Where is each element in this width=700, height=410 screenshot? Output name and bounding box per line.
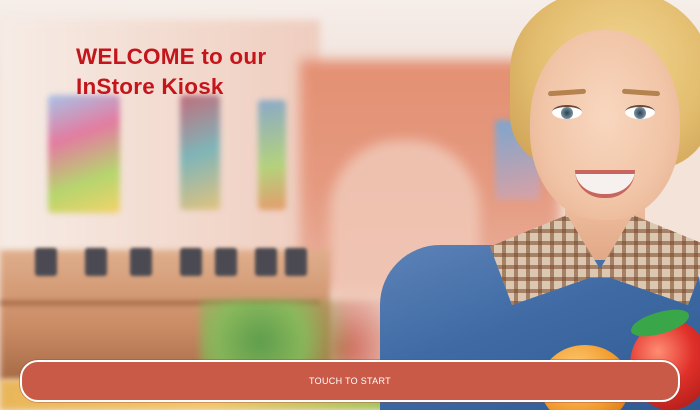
shopkeeper-face <box>530 30 680 220</box>
eyebrow-left <box>547 88 587 97</box>
touch-to-start-label: TOUCH TO START <box>309 376 391 386</box>
smile <box>575 170 635 198</box>
counter-tablet <box>255 248 277 276</box>
kiosk-welcome-screen: WELCOME to our InStore Kiosk TOUCH TO ST… <box>0 0 700 410</box>
welcome-heading-line2: InStore Kiosk <box>76 73 224 99</box>
counter-tablet <box>215 248 237 276</box>
shopkeeper-photo <box>360 0 700 410</box>
counter-tablet <box>130 248 152 276</box>
counter-tablet <box>285 248 307 276</box>
welcome-heading-line1: WELCOME to our <box>76 44 267 69</box>
counter-tablet <box>85 248 107 276</box>
wall-poster <box>48 95 120 213</box>
eyebrow-right <box>621 88 661 97</box>
welcome-heading: WELCOME to our InStore Kiosk <box>76 42 336 101</box>
eye-right <box>625 105 655 119</box>
wall-poster <box>258 100 286 210</box>
wall-poster <box>180 95 220 210</box>
touch-to-start-button[interactable]: TOUCH TO START <box>20 360 680 402</box>
eye-left <box>552 105 582 119</box>
counter-tablet <box>180 248 202 276</box>
counter-tablet <box>35 248 57 276</box>
